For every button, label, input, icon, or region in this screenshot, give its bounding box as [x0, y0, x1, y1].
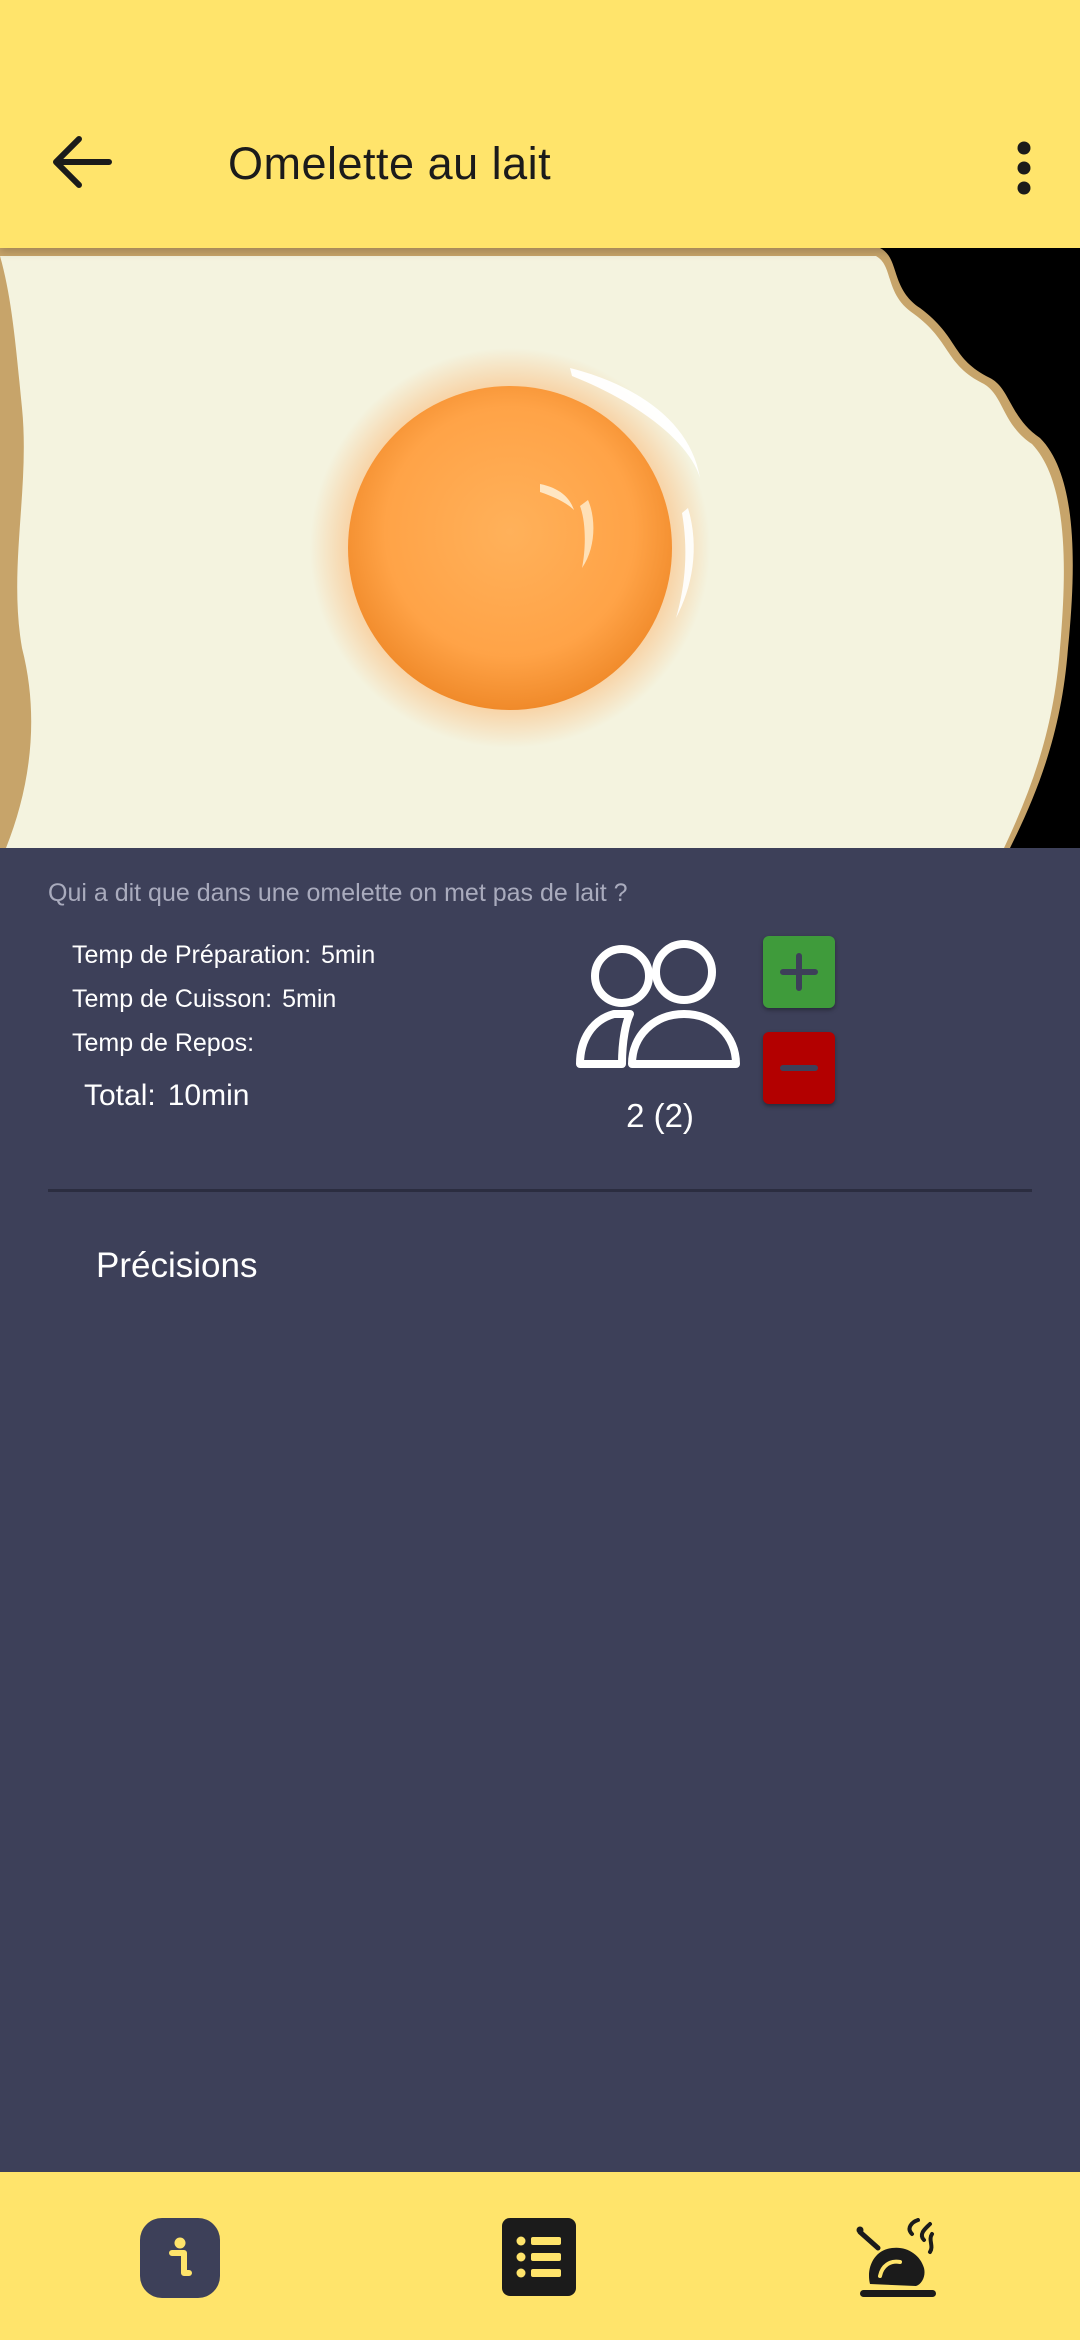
nav-ingredients-button[interactable]: [502, 2218, 576, 2296]
total-time-value: 10min: [167, 1079, 250, 1112]
page-title: Omelette au lait: [228, 138, 552, 189]
back-button[interactable]: [40, 120, 124, 204]
list-icon: [516, 2236, 561, 2278]
total-time-label: Total:: [84, 1079, 156, 1112]
rest-time-row: Temp de Repos:: [72, 1026, 264, 1060]
cook-time-label: Temp de Cuisson:: [72, 985, 273, 1013]
increase-servings-button[interactable]: [763, 936, 835, 1008]
cooking-icon: [856, 2218, 936, 2297]
info-icon: [169, 2237, 192, 2276]
prep-time-row: Temp de Préparation: 5min: [72, 938, 375, 972]
precisions-title: Précisions: [96, 1246, 258, 1285]
bottom-nav: [0, 2172, 1080, 2340]
total-time-row: Total: 10min: [84, 1076, 249, 1116]
prep-time-label: Temp de Préparation:: [72, 941, 312, 969]
nav-info-button[interactable]: [140, 2218, 220, 2298]
cook-time-value: 5min: [282, 985, 337, 1013]
nav-cooking-button[interactable]: [856, 2218, 940, 2302]
more-options-button[interactable]: [988, 126, 1060, 210]
rest-time-label: Temp de Repos:: [72, 1029, 255, 1057]
more-vert-icon: [1017, 141, 1031, 195]
plus-icon: [780, 953, 818, 991]
app-bar: Omelette au lait: [0, 0, 1080, 248]
cook-time-row: Temp de Cuisson: 5min: [72, 982, 336, 1016]
minus-icon: [780, 1065, 818, 1071]
prep-time-value: 5min: [321, 941, 376, 969]
people-icon: [576, 940, 740, 1068]
recipe-image: [0, 248, 1080, 848]
recipe-description: Qui a dit que dans une omelette on met p…: [48, 879, 628, 907]
divider: [48, 1189, 1032, 1192]
servings-count: 2 (2): [626, 1097, 694, 1134]
fried-egg-image: [0, 248, 1080, 848]
arrow-left-icon: [53, 136, 112, 188]
decrease-servings-button[interactable]: [763, 1032, 835, 1104]
